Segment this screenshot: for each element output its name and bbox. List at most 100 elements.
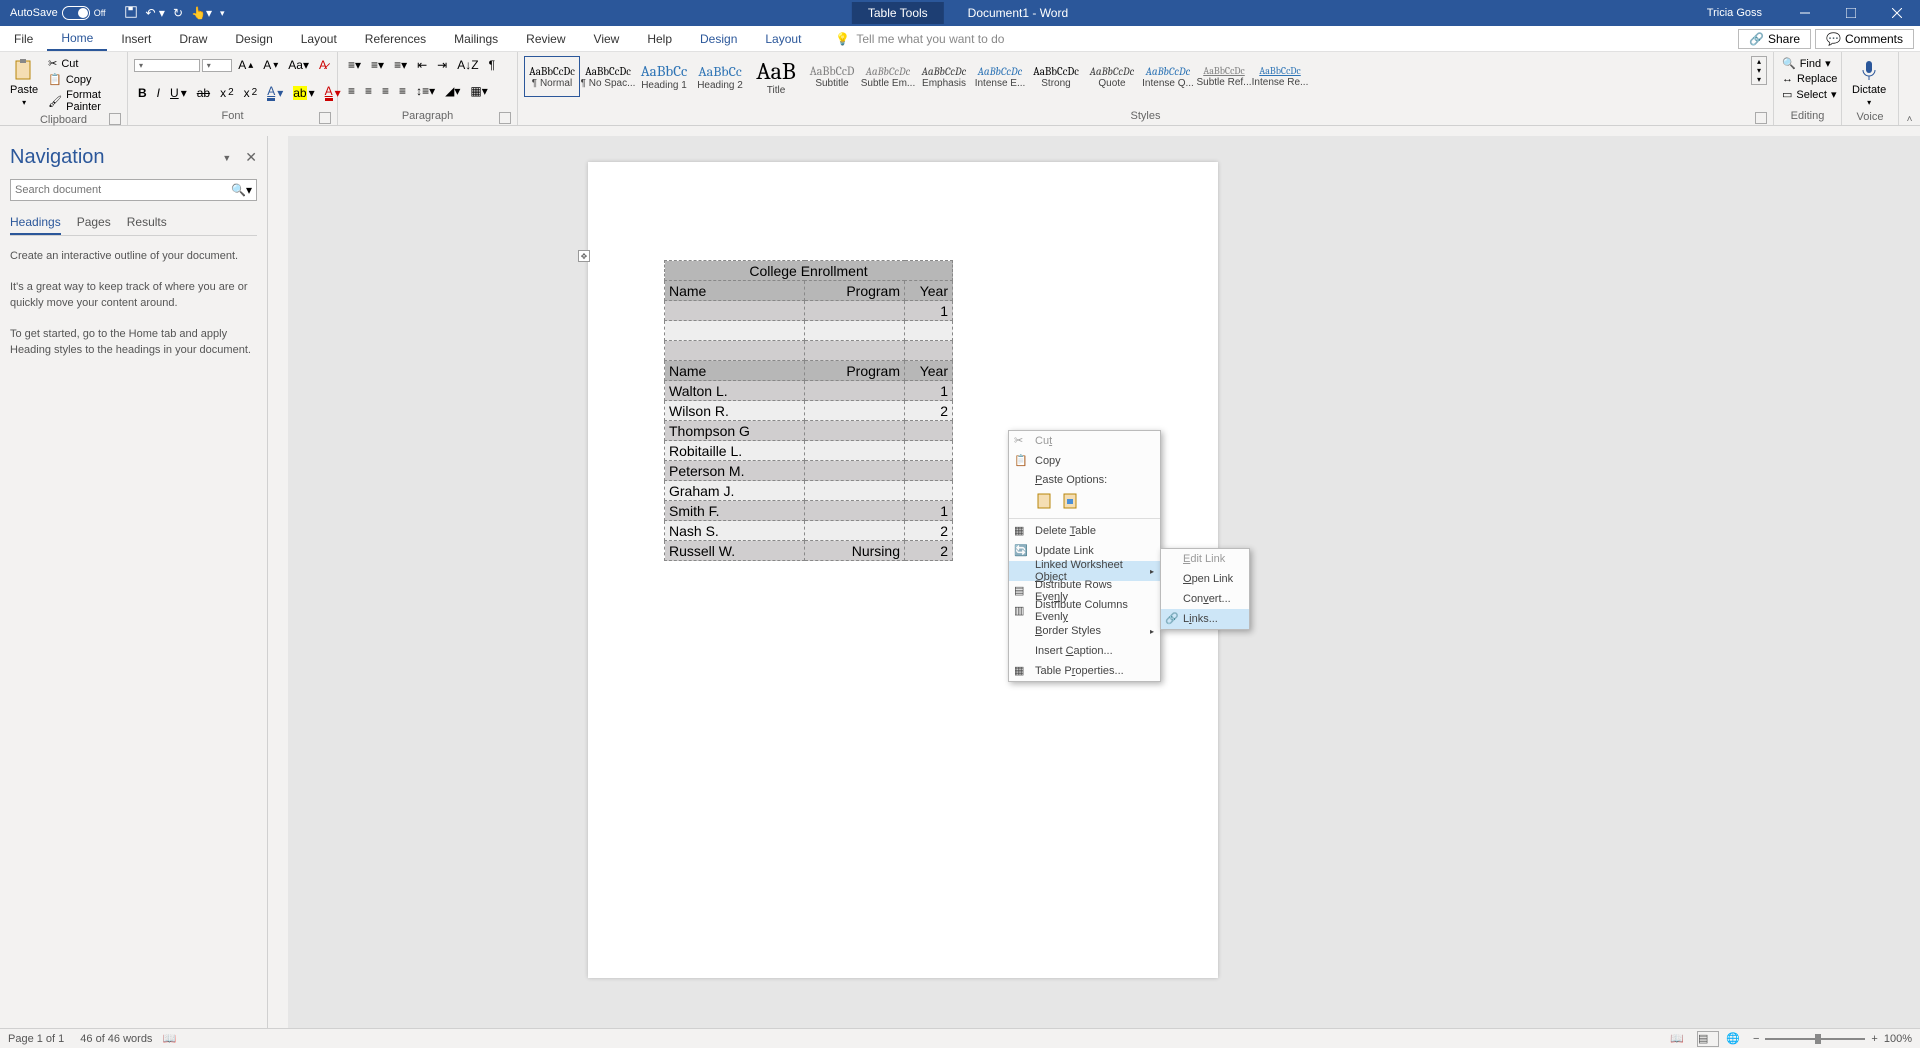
style-intensee[interactable]: AaBbCcDcIntense E... <box>972 56 1028 97</box>
tab-file[interactable]: File <box>0 26 47 51</box>
proofing-icon[interactable]: 📖 <box>162 1032 176 1045</box>
shrink-font[interactable]: A▾ <box>259 56 282 74</box>
qat-customize-icon[interactable]: ▾ <box>220 8 225 19</box>
nav-dropdown-icon[interactable]: ▼ <box>222 153 231 163</box>
save-icon[interactable] <box>124 5 138 22</box>
ctx-dist-rows[interactable]: ▤Distribute Rows Evenly <box>1009 581 1160 601</box>
ctx-cut[interactable]: ✂Cut <box>1009 431 1160 451</box>
table-tools-tab[interactable]: Table Tools <box>852 2 944 24</box>
word-table[interactable]: College Enrollment Name Program Year 1 N… <box>664 260 953 561</box>
tab-review[interactable]: Review <box>512 26 579 51</box>
clipboard-launcher[interactable] <box>109 113 121 125</box>
style-emphasis[interactable]: AaBbCcDcEmphasis <box>916 56 972 97</box>
search-icon[interactable]: 🔍▾ <box>231 183 252 197</box>
status-words[interactable]: 46 of 46 words <box>80 1033 152 1045</box>
paste-picture-icon[interactable] <box>1061 491 1081 514</box>
tab-design[interactable]: Design <box>221 26 286 51</box>
tab-view[interactable]: View <box>580 26 634 51</box>
align-center[interactable]: ≡ <box>361 82 376 100</box>
font-color[interactable]: A▾ <box>263 82 287 103</box>
select-button[interactable]: ▭Select▾ <box>1780 87 1839 102</box>
tab-references[interactable]: References <box>351 26 440 51</box>
touch-mode-icon[interactable]: 👆▾ <box>191 6 212 20</box>
style-heading1[interactable]: AaBbCcHeading 1 <box>636 56 692 97</box>
undo-icon[interactable]: ↶ ▾ <box>146 6 165 20</box>
share-button[interactable]: 🔗Share <box>1738 29 1811 49</box>
collapse-ribbon-icon[interactable]: ˄ <box>1907 114 1913 125</box>
search-input[interactable] <box>15 184 231 196</box>
style-strong[interactable]: AaBbCcDcStrong <box>1028 56 1084 97</box>
paragraph-launcher[interactable] <box>499 112 511 124</box>
style-nospac[interactable]: AaBbCcDc¶ No Spac... <box>580 56 636 97</box>
line-spacing[interactable]: ↕≡▾ <box>412 82 439 100</box>
ctx-insert-caption[interactable]: Insert Caption... <box>1009 641 1160 661</box>
borders[interactable]: ▦▾ <box>466 82 491 100</box>
numbering[interactable]: ≡▾ <box>367 56 388 74</box>
align-left[interactable]: ≡ <box>344 82 359 100</box>
replace-button[interactable]: ↔Replace <box>1780 72 1839 86</box>
subscript[interactable]: x2 <box>216 84 238 102</box>
tab-draw[interactable]: Draw <box>165 26 221 51</box>
style-subtleref[interactable]: AaBbCcDcSubtle Ref... <box>1196 56 1252 97</box>
grow-font[interactable]: A▴ <box>234 56 257 74</box>
ctx-delete-table[interactable]: ▦Delete Table <box>1009 521 1160 541</box>
copy-button[interactable]: 📋Copy <box>46 72 121 87</box>
style-quote[interactable]: AaBbCcDcQuote <box>1084 56 1140 97</box>
view-read[interactable]: 📖 <box>1669 1031 1691 1047</box>
close-button[interactable] <box>1874 0 1920 26</box>
zoom-slider[interactable] <box>1765 1038 1865 1040</box>
justify[interactable]: ≡ <box>395 82 410 100</box>
italic[interactable]: I <box>153 84 164 102</box>
zoom-out[interactable]: − <box>1753 1033 1759 1045</box>
tab-home[interactable]: Home <box>47 26 107 51</box>
font-size-combo[interactable] <box>202 59 232 72</box>
nav-tab-pages[interactable]: Pages <box>77 211 111 235</box>
tab-insert[interactable]: Insert <box>107 26 165 51</box>
styles-launcher[interactable] <box>1755 112 1767 124</box>
tab-help[interactable]: Help <box>633 26 686 51</box>
multilevel[interactable]: ≡▾ <box>390 56 411 74</box>
view-print[interactable]: ▤ <box>1697 1031 1719 1047</box>
styles-more[interactable]: ▴▾▾ <box>1751 56 1767 85</box>
style-subtitle[interactable]: AaBbCcDSubtitle <box>804 56 860 97</box>
style-intensere[interactable]: AaBbCcDcIntense Re... <box>1252 56 1308 97</box>
dictate-button[interactable]: Dictate▾ <box>1848 56 1890 109</box>
tab-table-layout[interactable]: Layout <box>751 26 815 51</box>
styles-gallery[interactable]: AaBbCcDc¶ NormalAaBbCcDc¶ No Spac...AaBb… <box>524 56 1747 97</box>
ctx-dist-cols[interactable]: ▥Distribute Columns Evenly <box>1009 601 1160 621</box>
nav-tab-results[interactable]: Results <box>127 211 167 235</box>
cut-button[interactable]: ✂Cut <box>46 56 121 71</box>
change-case[interactable]: Aa▾ <box>284 56 313 74</box>
style-title[interactable]: AaBTitle <box>748 56 804 97</box>
ctx-update-link[interactable]: 🔄Update Link <box>1009 541 1160 561</box>
minimize-button[interactable] <box>1782 0 1828 26</box>
style-heading2[interactable]: AaBbCcHeading 2 <box>692 56 748 97</box>
shading[interactable]: ◢▾ <box>441 82 464 100</box>
tell-me[interactable]: 💡 Tell me what you want to do <box>835 32 1004 46</box>
ctx-linked-worksheet[interactable]: Linked Worksheet Object▸ <box>1009 561 1160 581</box>
dec-indent[interactable]: ⇤ <box>413 56 431 74</box>
sub-convert[interactable]: Convert... <box>1161 589 1249 609</box>
style-normal[interactable]: AaBbCcDc¶ Normal <box>524 56 580 97</box>
view-web[interactable]: 🌐 <box>1725 1031 1747 1047</box>
nav-search[interactable]: 🔍▾ <box>10 179 257 201</box>
autosave-toggle[interactable]: AutoSave Off <box>10 6 106 20</box>
maximize-button[interactable] <box>1828 0 1874 26</box>
style-subtleem[interactable]: AaBbCcDcSubtle Em... <box>860 56 916 97</box>
table-move-handle[interactable]: ✥ <box>578 250 590 262</box>
status-page[interactable]: Page 1 of 1 <box>8 1033 64 1045</box>
document-canvas[interactable]: ✥ College Enrollment Name Program Year 1… <box>288 136 1920 1028</box>
highlight[interactable]: ab▾ <box>289 84 318 102</box>
font-name-combo[interactable] <box>134 59 200 72</box>
sub-edit-link[interactable]: Edit Link <box>1161 549 1249 569</box>
zoom-level[interactable]: 100% <box>1884 1033 1912 1045</box>
bold[interactable]: B <box>134 84 151 102</box>
paste-button[interactable]: Paste ▾ <box>6 56 42 109</box>
underline[interactable]: U▾ <box>166 84 191 102</box>
ctx-border-styles[interactable]: Border Styles▸ <box>1009 621 1160 641</box>
bullets[interactable]: ≡▾ <box>344 56 365 74</box>
comments-button[interactable]: 💬Comments <box>1815 29 1914 49</box>
tab-layout[interactable]: Layout <box>287 26 351 51</box>
tab-mailings[interactable]: Mailings <box>440 26 512 51</box>
ctx-table-properties[interactable]: ▦Table Properties... <box>1009 661 1160 681</box>
